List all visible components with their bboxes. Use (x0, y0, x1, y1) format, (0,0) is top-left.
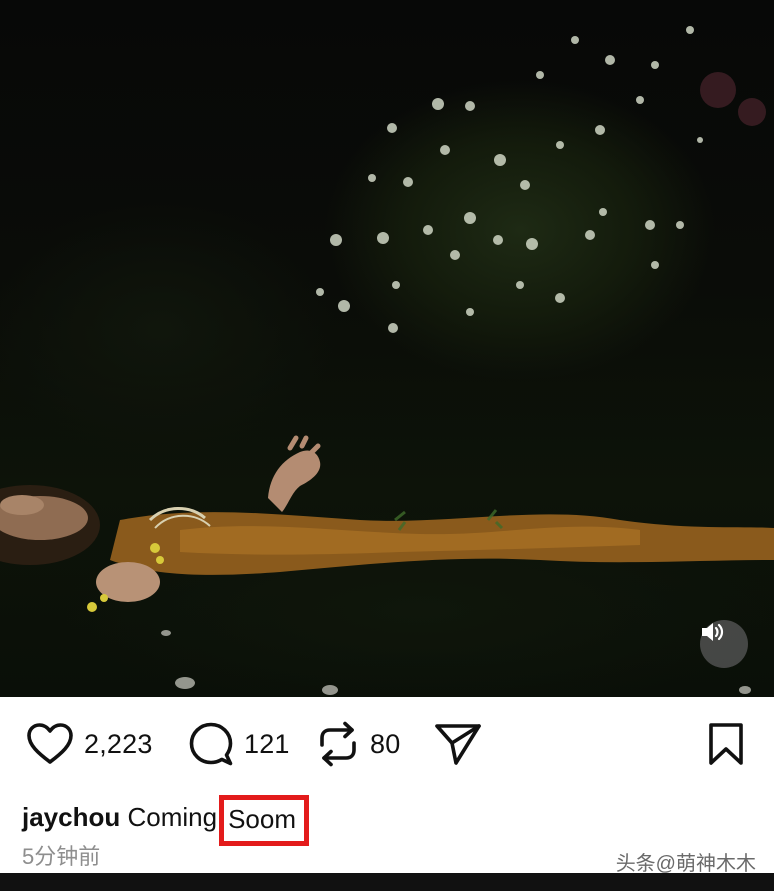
heart-icon (27, 723, 73, 764)
comment-bubble-icon (189, 722, 233, 766)
repost-count: 80 (370, 728, 401, 759)
like-button[interactable]: 2,223 (26, 719, 153, 769)
username-link[interactable]: jaychou (22, 802, 120, 832)
speaker-icon (702, 623, 724, 641)
save-button[interactable] (706, 719, 746, 769)
repost-arrows-icon (320, 721, 356, 767)
like-count: 2,223 (84, 728, 153, 759)
video-frame-scene (0, 26, 774, 695)
comment-button[interactable]: 121 (188, 719, 290, 769)
comment-count: 121 (244, 728, 290, 759)
share-button[interactable] (434, 719, 482, 769)
send-icon (435, 724, 481, 765)
action-bar: 2,223 121 80 (0, 719, 774, 769)
highlighted-word: Soom (219, 795, 309, 846)
repost-button[interactable]: 80 (316, 719, 400, 769)
post-caption: jaychou Coming Soom (22, 793, 309, 846)
post-details: 2,223 121 80 jaychou Coming Soom 5分钟前 头条… (0, 697, 774, 875)
post-video[interactable] (0, 0, 774, 697)
post-timestamp: 5分钟前 (22, 844, 101, 869)
bottom-edge (0, 873, 774, 891)
bookmark-icon (709, 723, 743, 765)
caption-text: Coming (127, 802, 218, 832)
sound-toggle-button[interactable] (700, 620, 748, 668)
watermark: 头条@萌神木木 (615, 853, 756, 875)
